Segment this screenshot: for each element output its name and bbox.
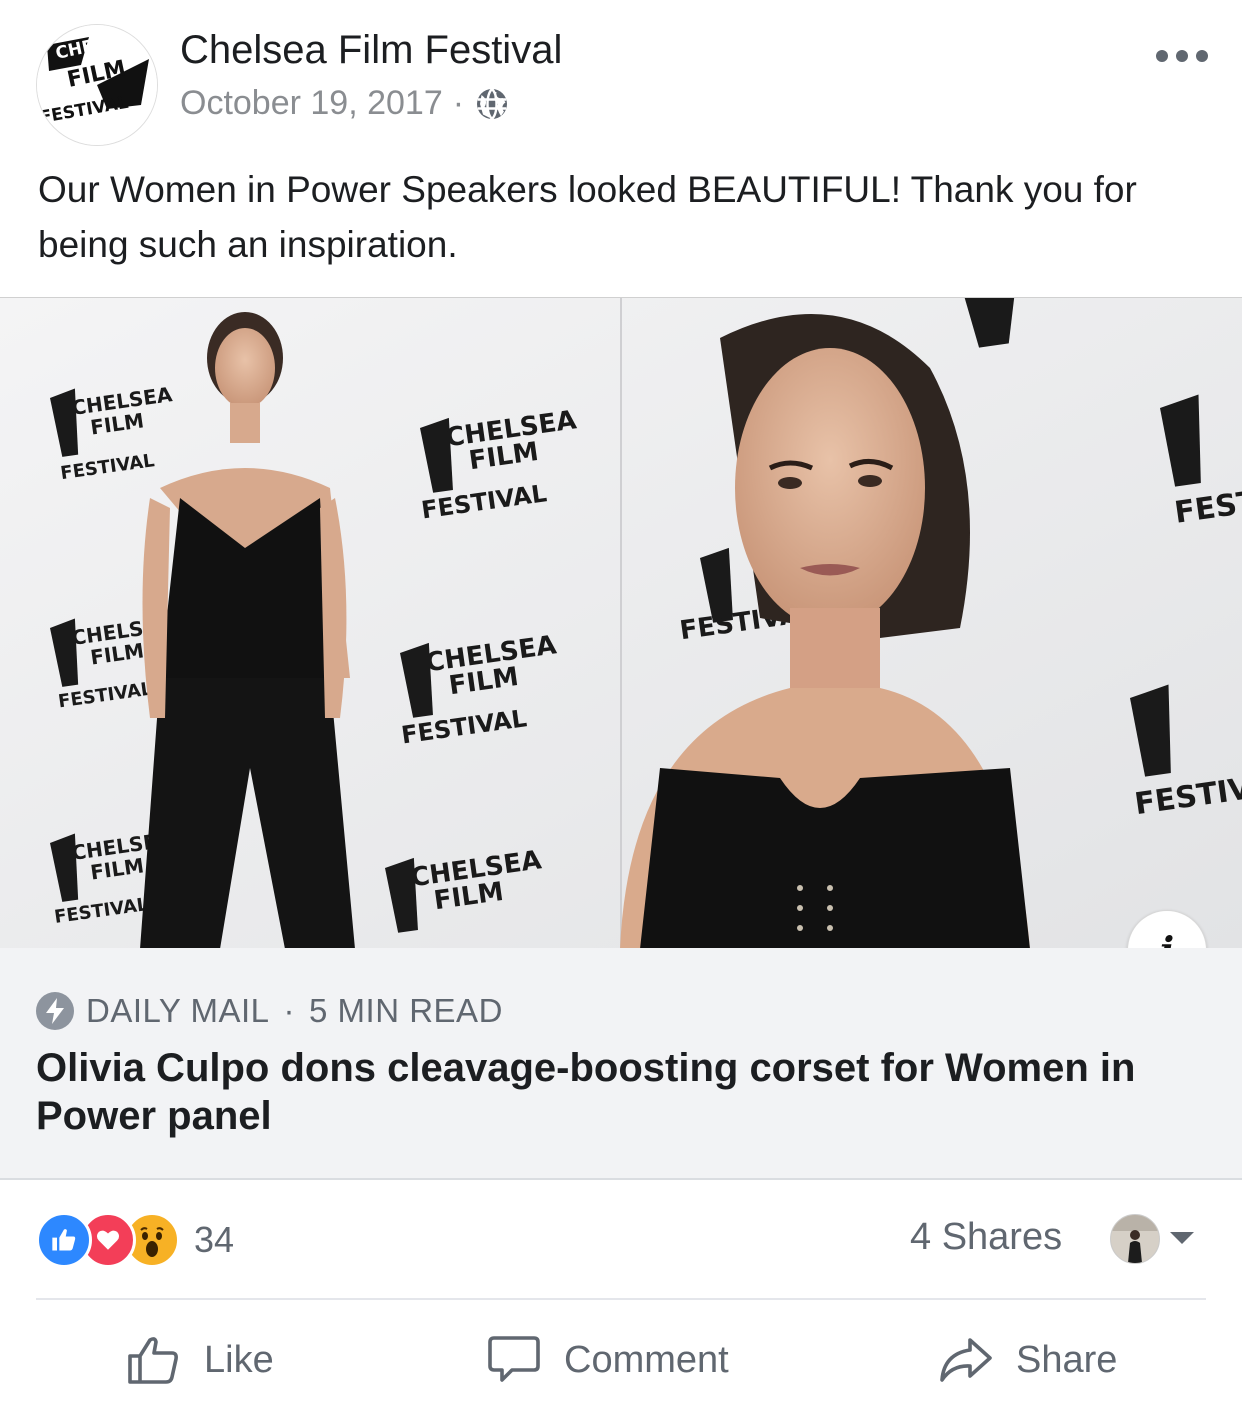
share-arrow-icon [940,1338,992,1382]
shares-count[interactable]: 4 Shares [910,1216,1062,1259]
post-meta: October 19, 2017 · [180,84,510,123]
comment-label: Comment [564,1338,729,1381]
thumbs-up-icon [128,1337,178,1384]
link-source-row: DAILY MAIL · 5 MIN READ [36,992,503,1030]
more-dot [1196,50,1208,62]
source-separator: · [283,992,296,1029]
read-time: 5 MIN READ [309,992,503,1029]
more-options-icon[interactable] [1156,44,1208,68]
like-reaction-icon [36,1212,92,1268]
link-preview-image[interactable]: CHELSEA FILM FESTIVAL CHELSEA FILM FESTI… [0,297,1242,949]
link-source: DAILY MAIL [86,992,270,1029]
reaction-count: 34 [194,1219,235,1260]
globe-icon [474,86,510,122]
share-button[interactable]: Share [938,1320,1117,1400]
like-label: Like [204,1338,274,1381]
comment-button[interactable]: Comment [486,1320,729,1400]
reaction-summary[interactable]: 34 [36,1212,234,1268]
chelsea-film-festival-logo: CHELSEA FILM FESTIVAL [37,25,157,145]
page-name[interactable]: Chelsea Film Festival [180,28,562,73]
post-date[interactable]: October 19, 2017 [180,84,443,123]
comment-icon [488,1336,540,1382]
like-button[interactable]: Like [126,1320,274,1400]
sharer-avatar[interactable] [1110,1214,1160,1264]
instant-article-bolt-icon [36,992,74,1030]
red-carpet-photo: CHELSEA FILM FESTIVAL CHELSEA FILM FESTI… [0,298,1242,949]
more-dot [1156,50,1168,62]
post-text: Our Women in Power Speakers looked BEAUT… [38,169,1137,265]
page-avatar[interactable]: CHELSEA FILM FESTIVAL [36,24,158,146]
link-title[interactable]: Olivia Culpo dons cleavage-boosting cors… [36,1044,1206,1140]
divider [36,1298,1206,1300]
meta-separator: · [452,84,465,122]
more-dot [1176,50,1188,62]
share-label: Share [1016,1338,1118,1381]
chevron-down-icon[interactable] [1170,1232,1194,1244]
